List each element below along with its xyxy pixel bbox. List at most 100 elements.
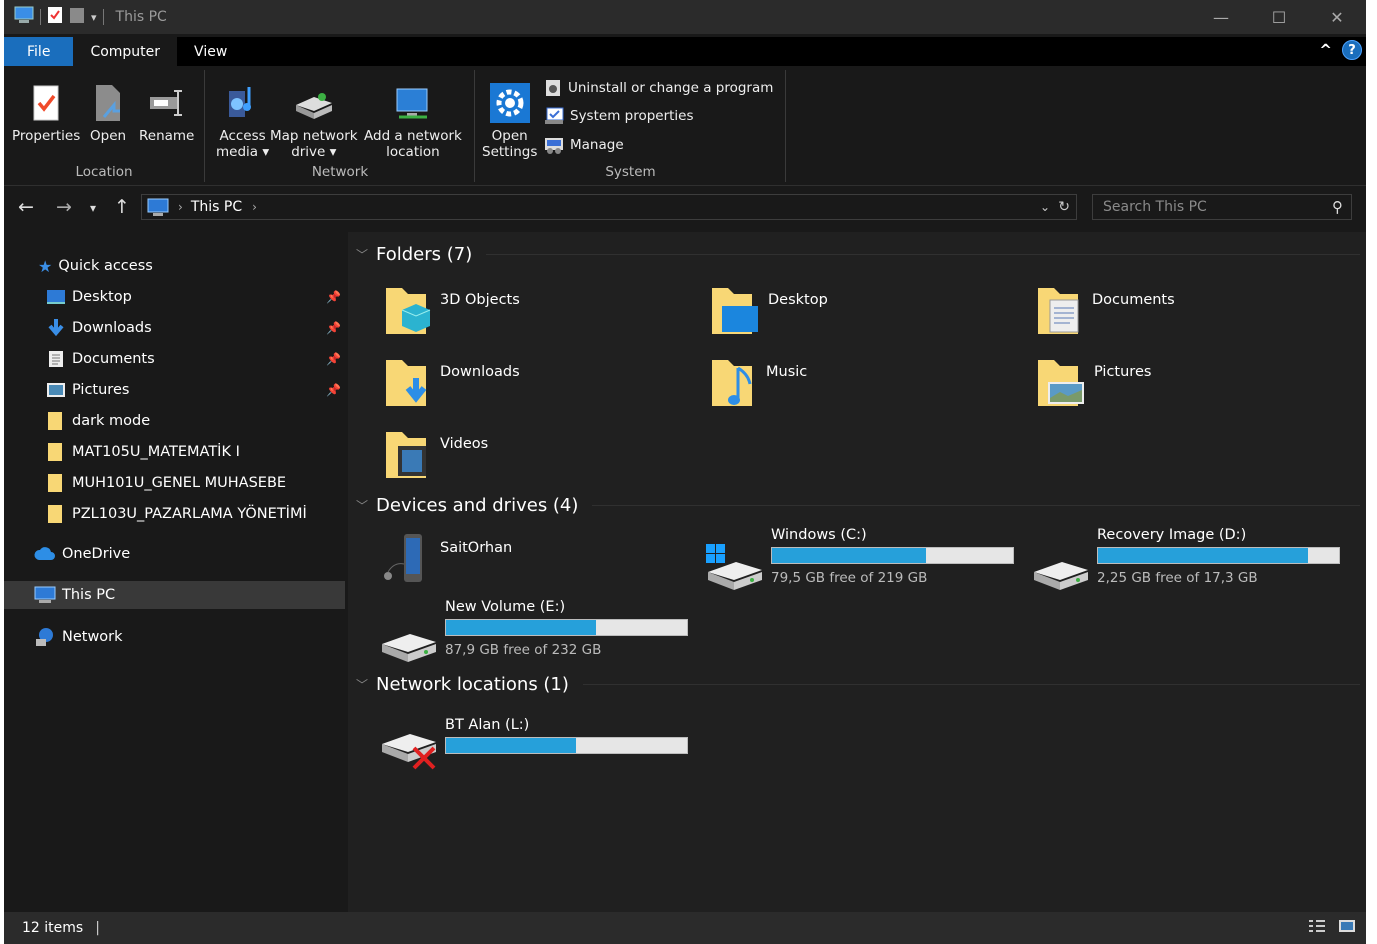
device-label: SaitOrhan — [440, 540, 513, 556]
drive-free-space: 87,9 GB free of 232 GB — [445, 642, 602, 658]
drive-usage-bar — [771, 547, 1014, 564]
network-icon — [36, 628, 53, 646]
section-network-locations[interactable]: ﹀ Network locations (1) — [356, 674, 1360, 695]
collapse-ribbon-icon[interactable]: ^ — [1319, 41, 1332, 59]
collapse-chevron-icon[interactable]: ﹀ — [356, 497, 368, 514]
downloads-folder-icon — [386, 360, 427, 406]
uninstall-program-button[interactable]: Uninstall or change a program — [544, 78, 773, 98]
folder-tile-videos[interactable]: Videos — [382, 428, 488, 484]
sidebar-item-label: Network — [62, 629, 123, 645]
maximize-button[interactable]: ☐ — [1250, 0, 1308, 34]
pin-icon[interactable]: 📌 — [326, 290, 341, 304]
this-pc-icon — [34, 586, 56, 603]
properties-label: Properties — [12, 128, 81, 144]
drive-name: BT Alan (L:) — [445, 717, 530, 733]
customize-qat-icon[interactable]: ▾ — [91, 11, 97, 24]
hard-drive-icon — [382, 634, 436, 662]
sidebar-item-documents[interactable]: Documents 📌 — [4, 345, 345, 373]
folder-icon — [48, 505, 62, 523]
windows-drive-icon — [706, 544, 762, 590]
collapse-chevron-icon[interactable]: ﹀ — [356, 676, 368, 693]
folder-label: 3D Objects — [440, 292, 520, 308]
folder-icon — [48, 443, 62, 461]
sidebar-item-folder[interactable]: dark mode — [4, 407, 345, 435]
tab-view[interactable]: View — [177, 37, 244, 66]
access-media-button[interactable]: Access media ▾ — [216, 78, 269, 160]
close-button[interactable]: ✕ — [1308, 0, 1366, 34]
folder-tile-desktop[interactable]: Desktop — [708, 284, 828, 340]
details-view-icon[interactable] — [1308, 919, 1326, 937]
tab-file[interactable]: File — [4, 37, 74, 66]
pin-icon[interactable]: 📌 — [326, 321, 341, 335]
pin-icon[interactable]: 📌 — [326, 352, 341, 366]
breadcrumb-this-pc[interactable]: This PC — [191, 199, 242, 215]
search-icon: ⚲ — [1332, 198, 1343, 216]
forward-arrow-icon[interactable]: → — [56, 196, 72, 218]
add-network-location-icon — [396, 88, 428, 119]
folder-tile-downloads[interactable]: Downloads — [382, 356, 520, 412]
divider — [592, 505, 1360, 506]
section-folders[interactable]: ﹀ Folders (7) — [356, 244, 1360, 265]
open-settings-label-1: Open — [491, 128, 528, 144]
network-group: Access media ▾ Map network drive ▾ Add a… — [206, 70, 475, 182]
folder-tile-pictures[interactable]: Pictures — [1034, 356, 1151, 412]
search-input[interactable]: Search This PC ⚲ — [1092, 194, 1352, 220]
section-devices[interactable]: ﹀ Devices and drives (4) — [356, 495, 1360, 516]
access-media-icon — [228, 87, 251, 117]
back-arrow-icon[interactable]: ← — [18, 196, 34, 218]
star-icon: ★ — [38, 256, 53, 276]
uninstall-label: Uninstall or change a program — [568, 80, 774, 96]
properties-button[interactable]: Properties — [12, 78, 80, 144]
drive-free-space: 2,25 GB free of 17,3 GB — [1097, 570, 1258, 586]
help-icon[interactable]: ? — [1342, 40, 1362, 60]
rename-button[interactable]: Rename — [139, 78, 194, 144]
settings-gear-icon — [489, 83, 530, 123]
address-dropdown-icon[interactable]: ⌄ — [1040, 200, 1050, 214]
sidebar-item-folder[interactable]: MUH101U_GENEL MUHASEBE — [4, 469, 345, 497]
sidebar-item-this-pc[interactable]: This PC — [4, 581, 345, 609]
system-properties-button[interactable]: System properties — [544, 107, 694, 125]
pin-icon[interactable]: 📌 — [326, 383, 341, 397]
sidebar-item-desktop[interactable]: Desktop 📌 — [4, 283, 345, 311]
sidebar-item-quick-access[interactable]: ★ Quick access — [4, 252, 345, 280]
drive-name: New Volume (E:) — [445, 599, 566, 615]
system-properties-icon — [545, 107, 564, 124]
minimize-button[interactable]: — — [1192, 0, 1250, 34]
sidebar-item-folder[interactable]: MAT105U_MATEMATİK I — [4, 438, 345, 466]
sidebar-item-pictures[interactable]: Pictures 📌 — [4, 376, 345, 404]
add-network-location-button[interactable]: Add a network location — [364, 78, 462, 160]
sidebar-item-downloads[interactable]: Downloads 📌 — [4, 314, 345, 342]
open-button[interactable]: Open — [90, 78, 126, 144]
drive-usage-fill — [1098, 548, 1308, 563]
breadcrumb-chevron-icon[interactable]: › — [252, 200, 257, 214]
map-network-drive-button[interactable]: Map network drive ▾ — [270, 78, 358, 160]
path-separator-icon: › — [178, 200, 183, 214]
sidebar-item-onedrive[interactable]: OneDrive — [4, 540, 345, 568]
sidebar-item-label: Pictures — [72, 382, 130, 398]
device-tile-phone[interactable]: SaitOrhan — [378, 532, 512, 588]
pictures-folder-icon — [1038, 360, 1084, 406]
manage-button[interactable]: Manage — [544, 136, 624, 154]
folder-tile-documents[interactable]: Documents — [1034, 284, 1175, 340]
drive-usage-fill — [772, 548, 926, 563]
recent-locations-chevron-icon[interactable]: ▾ — [90, 201, 96, 215]
refresh-icon[interactable]: ↻ — [1058, 199, 1070, 215]
up-arrow-icon[interactable]: ↑ — [114, 196, 130, 218]
sidebar-item-folder[interactable]: PZL103U_PAZARLAMA YÖNETİMİ — [4, 500, 345, 528]
folder-tile-3d-objects[interactable]: 3D Objects — [382, 284, 520, 340]
sidebar-item-label: dark mode — [72, 413, 151, 429]
path-box[interactable]: › This PC › ⌄ ↻ — [141, 194, 1077, 220]
new-folder-qat-icon[interactable] — [69, 6, 85, 28]
sidebar-item-label: Downloads — [72, 320, 152, 336]
folder-tile-music[interactable]: Music — [708, 356, 807, 412]
properties-qat-icon[interactable] — [47, 6, 63, 28]
sidebar-item-network[interactable]: Network — [4, 623, 345, 651]
tab-computer[interactable]: Computer — [73, 37, 178, 66]
system-group: Open Settings Uninstall or change a prog… — [476, 70, 786, 182]
open-settings-button[interactable]: Open Settings — [482, 78, 537, 160]
navigation-pane: ★ Quick access Desktop 📌 Downloads 📌 Doc… — [4, 240, 345, 912]
collapse-chevron-icon[interactable]: ﹀ — [356, 246, 368, 263]
section-title: Devices and drives (4) — [376, 495, 579, 516]
large-icons-view-icon[interactable] — [1338, 919, 1356, 937]
drive-usage-bar — [445, 619, 688, 636]
